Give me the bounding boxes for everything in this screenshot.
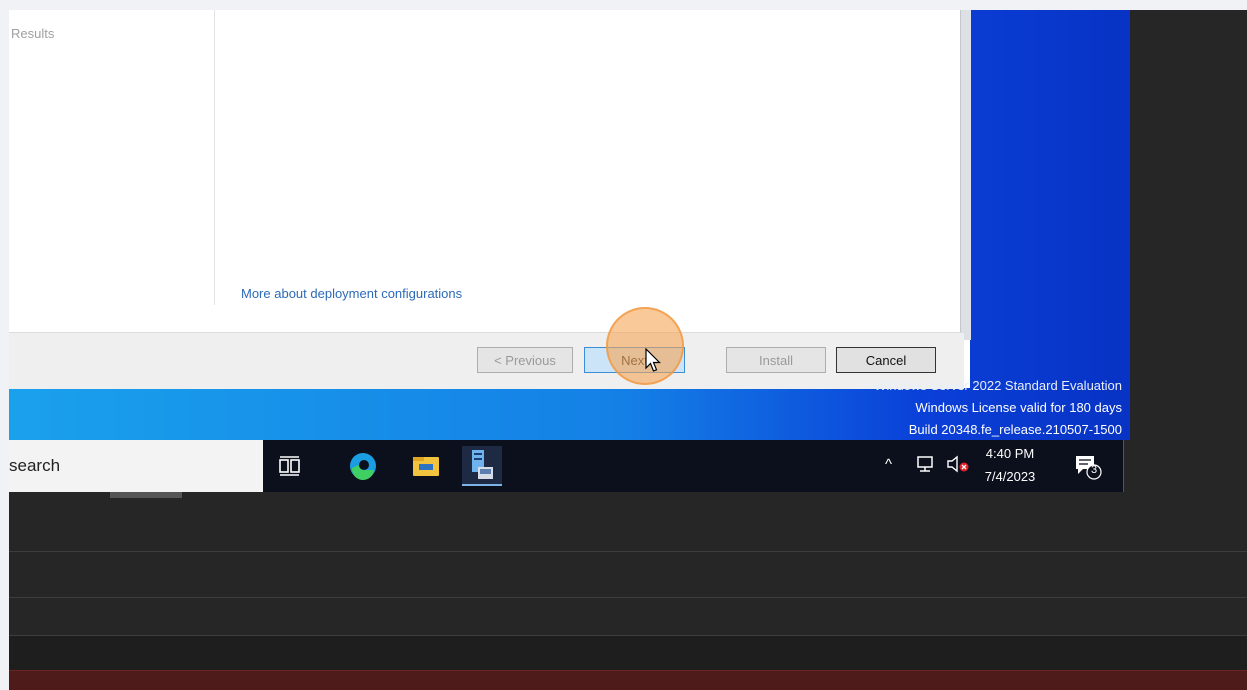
watermark-license: Windows License valid for 180 days	[915, 400, 1122, 415]
panel-divider	[9, 597, 1247, 598]
wizard-nav-panel	[9, 10, 215, 305]
outer-frame-right	[1130, 10, 1247, 492]
nav-item-results[interactable]: Results	[11, 26, 54, 41]
wizard-window-edge	[960, 10, 971, 340]
server-manager-icon[interactable]	[462, 446, 502, 486]
watermark-edition: Windows Server 2022 Standard Evaluation	[874, 378, 1122, 393]
bottom-status-strip	[9, 670, 1247, 690]
panel-tab-marker	[110, 492, 182, 498]
watermark-build: Build 20348.fe_release.210507-1500	[908, 422, 1122, 437]
volume-muted-icon[interactable]	[946, 454, 970, 474]
previous-button[interactable]: < Previous	[477, 347, 573, 373]
cancel-button[interactable]: Cancel	[836, 347, 936, 373]
panel-divider	[9, 551, 1247, 552]
notification-count: 3	[1090, 464, 1098, 476]
chevron-up-icon[interactable]: ^	[885, 456, 892, 473]
notification-icon[interactable]: 3	[1074, 454, 1102, 480]
clock-time[interactable]: 4:40 PM	[975, 446, 1045, 461]
search-placeholder: search	[9, 456, 61, 475]
clock-date[interactable]: 7/4/2023	[975, 469, 1045, 484]
more-about-deployment-link[interactable]: More about deployment configurations	[241, 286, 462, 301]
show-desktop-button[interactable]	[1123, 440, 1131, 492]
task-view-icon[interactable]	[270, 446, 310, 486]
mouse-cursor-icon	[645, 348, 661, 372]
file-explorer-icon[interactable]	[406, 446, 446, 486]
edge-icon[interactable]	[343, 446, 383, 486]
install-button[interactable]: Install	[726, 347, 826, 373]
panel-row	[9, 636, 1247, 670]
network-icon[interactable]	[916, 454, 936, 474]
